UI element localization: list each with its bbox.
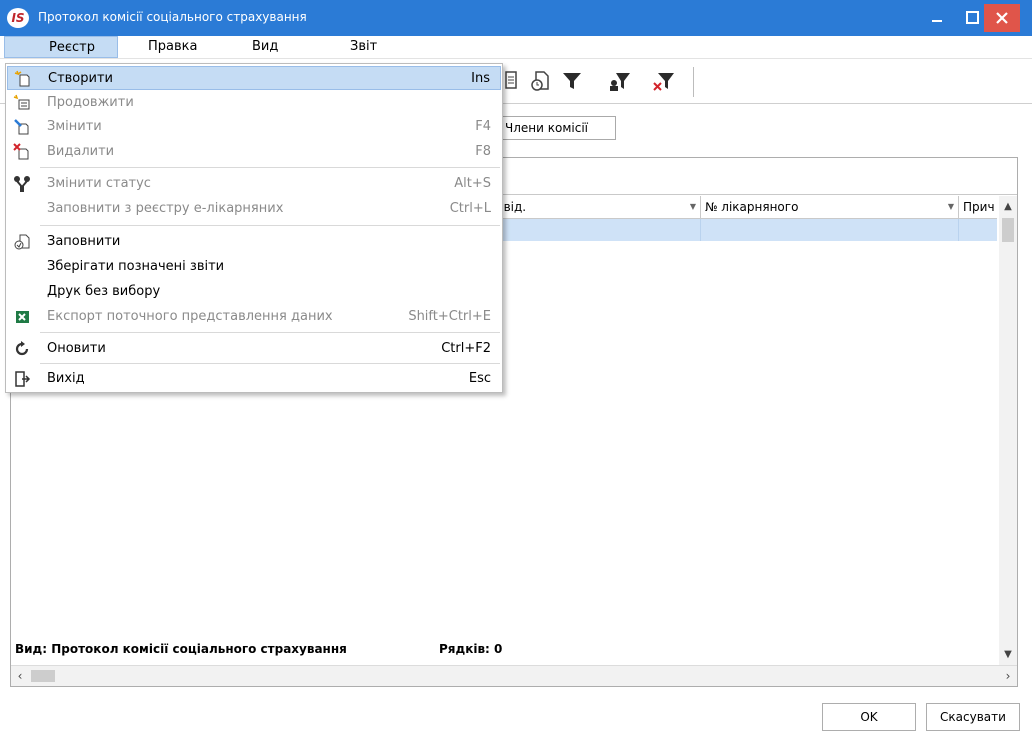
app-logo-icon: IS	[7, 8, 29, 28]
scroll-thumb[interactable]	[31, 670, 55, 682]
menu-registry[interactable]: Реєстр	[4, 36, 118, 58]
report-icon[interactable]	[500, 69, 524, 93]
menu-report[interactable]: Звіт	[348, 36, 379, 58]
menu-item-delete[interactable]: Видалити F8	[7, 140, 501, 164]
minimize-icon	[932, 20, 942, 22]
menu-separator	[40, 167, 500, 168]
create-icon	[14, 70, 30, 87]
menu-bar: Реєстр Правка Вид Звіт	[0, 36, 1032, 59]
menu-item-edit[interactable]: Змінити F4	[7, 115, 501, 139]
menu-item-change-status[interactable]: Змінити статус Alt+S	[7, 172, 501, 196]
fill-icon	[14, 234, 30, 250]
app-window: IS Протокол комісії соціального страхува…	[0, 0, 1032, 747]
menu-separator	[40, 363, 500, 364]
sort-arrow-icon: ▼	[689, 202, 696, 211]
menu-item-fill[interactable]: Заповнити	[7, 230, 501, 254]
menu-item-fill-from-e-sick-leave[interactable]: Заповнити з реєстру е-лікарняних Ctrl+L	[7, 197, 501, 221]
scroll-right-icon[interactable]: ›	[999, 666, 1017, 686]
horizontal-scrollbar[interactable]: ‹ ›	[11, 665, 1017, 686]
grid-status: Вид: Протокол комісії соціального страху…	[15, 642, 502, 656]
menu-item-continue[interactable]: Продовжити	[7, 91, 501, 115]
table-cell[interactable]	[493, 219, 701, 241]
minimize-button[interactable]	[920, 4, 954, 32]
scroll-up-icon[interactable]: ▲	[999, 198, 1017, 216]
vertical-scrollbar[interactable]: ▲ ▼	[999, 196, 1017, 666]
column-label: № лікарняного	[705, 200, 799, 214]
status-row-count: Рядків: 0	[439, 642, 503, 656]
commission-members-button[interactable]: Члени комісії	[498, 116, 616, 140]
status-icon	[14, 176, 30, 192]
maximize-icon	[965, 11, 979, 24]
clear-filter-icon[interactable]	[652, 69, 676, 93]
toolbar-separator	[693, 67, 694, 97]
continue-icon	[13, 94, 30, 110]
clock-doc-icon[interactable]	[528, 69, 552, 93]
title-bar: IS Протокол комісії соціального страхува…	[0, 0, 1032, 36]
table-cell[interactable]	[959, 219, 997, 241]
menu-edit[interactable]: Правка	[146, 36, 199, 58]
menu-item-save-marked-reports[interactable]: Зберігати позначені звіти	[7, 255, 501, 279]
column-header-reason[interactable]: Прич	[959, 196, 997, 218]
scroll-down-icon[interactable]: ▼	[999, 646, 1017, 664]
sort-arrow-icon: ▼	[947, 202, 954, 211]
column-header-sick-leave-number[interactable]: № лікарняного ▼	[701, 196, 959, 218]
status-view: Вид: Протокол комісії соціального страху…	[15, 642, 347, 656]
refresh-icon	[15, 341, 29, 356]
menu-item-create[interactable]: Створити Ins	[7, 66, 501, 90]
menu-separator	[40, 225, 500, 226]
window-title: Протокол комісії соціального страхування	[38, 10, 307, 24]
close-button[interactable]	[984, 4, 1020, 32]
menu-item-export-view[interactable]: Експорт поточного представлення даних Sh…	[7, 305, 501, 329]
cancel-button[interactable]: Скасувати	[926, 703, 1020, 731]
menu-view[interactable]: Вид	[250, 36, 280, 58]
table-cell[interactable]	[701, 219, 959, 241]
user-filter-icon[interactable]	[608, 69, 632, 93]
filter-icon[interactable]	[560, 69, 584, 93]
column-header-certificate[interactable]: свід. ▼	[493, 196, 701, 218]
close-icon	[996, 12, 1008, 24]
excel-icon	[16, 311, 29, 323]
delete-icon	[13, 143, 29, 160]
menu-item-print-without-selection[interactable]: Друк без вибору	[7, 280, 501, 304]
menu-separator	[40, 332, 500, 333]
ok-button[interactable]: OK	[822, 703, 916, 731]
scroll-left-icon[interactable]: ‹	[11, 666, 29, 686]
column-label: Прич	[963, 200, 995, 214]
edit-icon	[14, 119, 29, 135]
registry-dropdown-menu: Створити Ins Продовжити Змінити F4 Видал…	[5, 63, 503, 393]
scroll-thumb[interactable]	[1002, 218, 1014, 242]
exit-icon	[15, 371, 31, 387]
menu-item-exit[interactable]: Вихід Esc	[7, 367, 501, 391]
menu-item-refresh[interactable]: Оновити Ctrl+F2	[7, 337, 501, 361]
